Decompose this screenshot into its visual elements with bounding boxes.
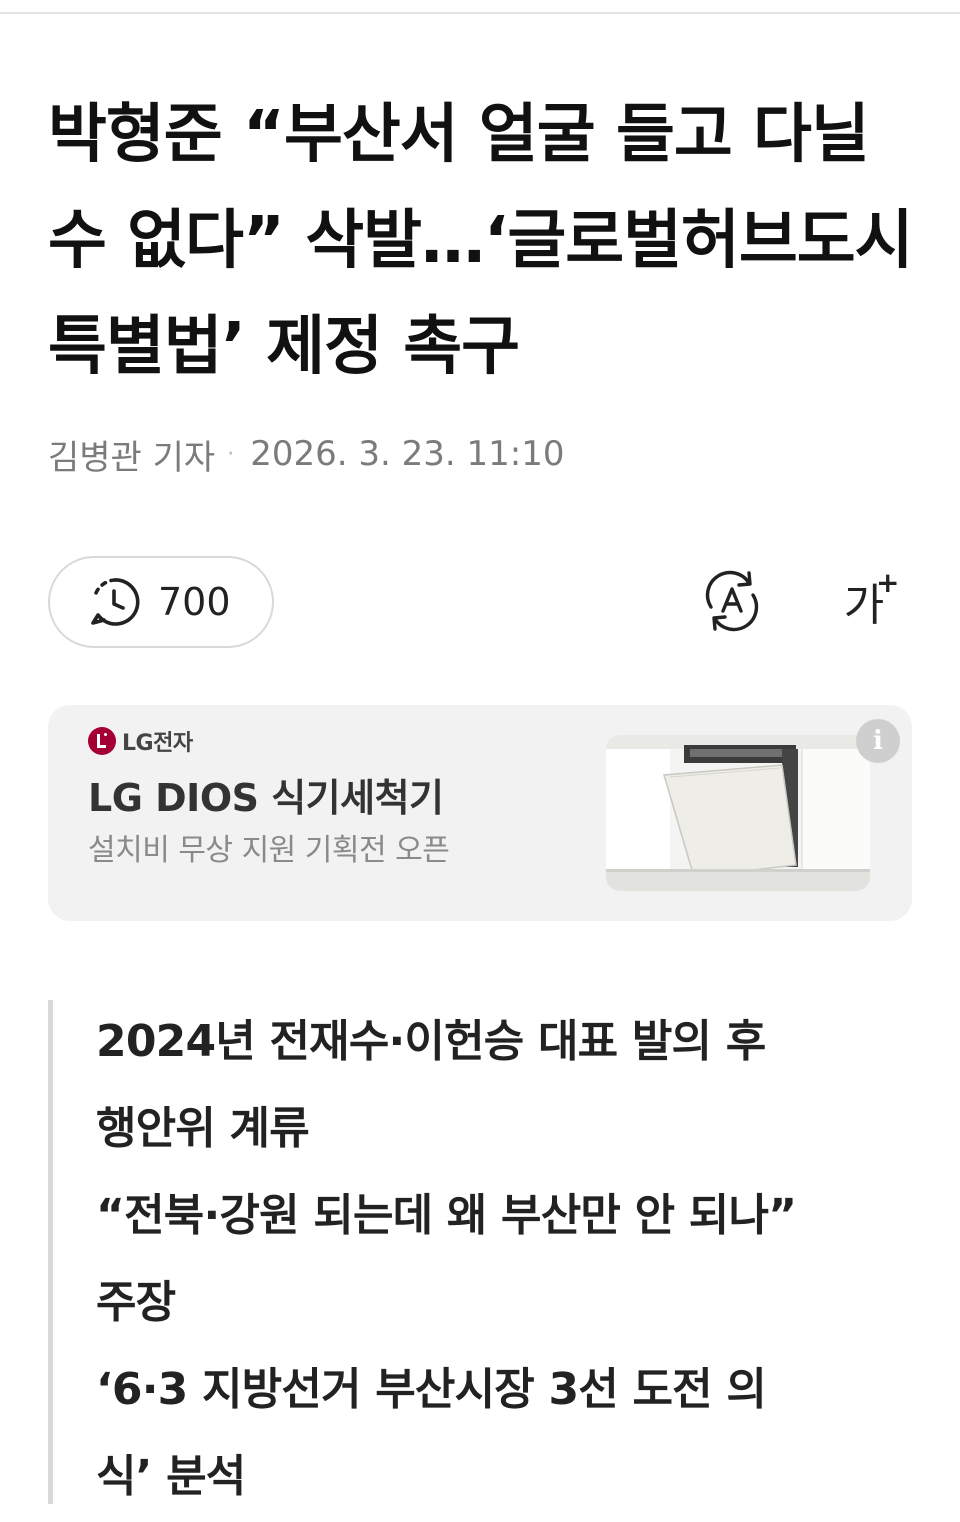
summary-line: 주장 bbox=[96, 1277, 176, 1328]
article-summary: 2024년 전재수·이헌승 대표 발의 후 행안위 계류 “전북·강원 되는데 … bbox=[96, 998, 886, 1520]
summary-line: 식’ 분석 bbox=[96, 1451, 246, 1502]
ad-brand-name: LG전자 bbox=[122, 731, 193, 756]
clock-chat-icon bbox=[88, 575, 142, 629]
lg-logo-icon bbox=[88, 727, 116, 755]
dishwasher-image[interactable] bbox=[606, 735, 870, 891]
publish-datetime: 2026. 3. 23. 11:10 bbox=[250, 434, 565, 474]
byline-separator: · bbox=[227, 441, 235, 467]
ad-subtitle: 설치비 무상 지원 기획전 오픈 bbox=[88, 833, 450, 868]
plus-icon: + bbox=[876, 566, 900, 599]
ad-banner[interactable]: LG전자 LG DIOS 식기세척기 설치비 무상 지원 기획전 오픈 i bbox=[48, 705, 912, 921]
view-count: 700 bbox=[158, 580, 231, 624]
view-count-button[interactable]: 700 bbox=[48, 556, 274, 648]
byline: 김병관 기자 · 2026. 3. 23. 11:10 bbox=[48, 430, 565, 479]
article-headline: 박형준 “부산서 얼굴 들고 다닐 수 없다” 삭발…‘글로벌허브도시특별법’ … bbox=[48, 98, 914, 384]
summary-line: “전북·강원 되는데 왜 부산만 안 되나” bbox=[96, 1190, 797, 1241]
summary-line: 2024년 전재수·이헌승 대표 발의 후 bbox=[96, 1016, 766, 1067]
translate-icon bbox=[697, 569, 767, 637]
font-size-button[interactable]: 가 + bbox=[822, 566, 906, 636]
summary-quote-bar bbox=[48, 1000, 53, 1504]
summary-line: ‘6·3 지방선거 부산시장 3선 도전 의 bbox=[96, 1364, 767, 1415]
ad-info-icon[interactable]: i bbox=[856, 719, 900, 763]
ad-title[interactable]: LG DIOS 식기세척기 bbox=[88, 767, 444, 822]
reporter-name[interactable]: 김병관 기자 bbox=[48, 430, 215, 479]
ad-brand: LG전자 bbox=[88, 725, 193, 757]
top-divider bbox=[0, 12, 960, 14]
translate-button[interactable] bbox=[696, 570, 768, 636]
summary-line: 행안위 계류 bbox=[96, 1103, 310, 1154]
